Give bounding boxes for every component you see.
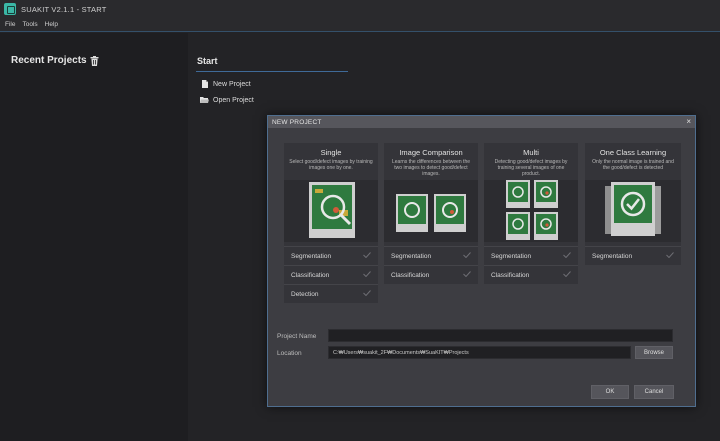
single-board-image [284, 180, 378, 242]
cancel-button[interactable]: Cancel [634, 385, 674, 399]
option-label: Segmentation [291, 252, 332, 260]
card-title: One Class Learning [599, 148, 667, 157]
trash-icon[interactable] [90, 56, 99, 66]
recent-projects-panel: Recent Projects [0, 33, 188, 441]
app-logo-icon [4, 3, 16, 15]
new-project-label: New Project [213, 80, 251, 88]
browse-button[interactable]: Browse [635, 346, 673, 359]
start-title: Start [197, 56, 218, 66]
check-icon [463, 271, 471, 277]
new-project-link[interactable]: New Project [200, 80, 251, 88]
check-icon [363, 290, 371, 296]
one-class-boards-image [585, 180, 681, 242]
menu-bar: File Tools Help [0, 18, 720, 32]
menu-help[interactable]: Help [45, 21, 58, 28]
multi-boards-image [484, 180, 578, 242]
new-project-dialog: NEW PROJECT × Single Select good/defect … [267, 115, 696, 407]
open-project-link[interactable]: Open Project [200, 96, 254, 104]
location-label: Location [277, 350, 302, 357]
dialog-title: NEW PROJECT [272, 118, 322, 126]
comparison-boards-image [384, 180, 478, 242]
option-label: Segmentation [491, 252, 532, 260]
card-image-comparison[interactable]: Image Comparison Learns the differences … [384, 143, 478, 284]
card-description: Select good/defect images by training im… [289, 159, 373, 171]
location-field[interactable]: C:₩Users₩suakit_2F₩Documents₩SuaKIT₩Proj… [328, 346, 631, 359]
option-row[interactable]: Classification [384, 265, 478, 284]
dialog-header: NEW PROJECT × [268, 116, 695, 128]
close-icon[interactable]: × [686, 117, 691, 127]
option-row[interactable]: Detection [284, 284, 378, 303]
card-one-class-learning[interactable]: One Class Learning Only the normal image… [585, 143, 681, 265]
option-label: Detection [291, 290, 319, 298]
ok-button[interactable]: OK [591, 385, 629, 399]
card-description: Detecting good/defect images by training… [494, 159, 568, 177]
card-title: Single [320, 148, 342, 157]
check-icon [363, 271, 371, 277]
option-label: Segmentation [391, 252, 432, 260]
option-label: Classification [491, 271, 530, 279]
card-description: Learns the differences between the two i… [391, 159, 471, 177]
title-bar: SUAKIT V2.1.1 - START [0, 0, 720, 18]
check-icon [463, 252, 471, 258]
option-row[interactable]: Segmentation [384, 246, 478, 265]
card-multi[interactable]: Multi Detecting good/defect images by tr… [484, 143, 578, 284]
check-icon [666, 252, 674, 258]
project-name-field[interactable] [328, 329, 673, 342]
window-title: SUAKIT V2.1.1 - START [21, 4, 107, 14]
menu-file[interactable]: File [5, 21, 15, 28]
card-description: Only the normal image is trained and the… [592, 159, 674, 171]
option-label: Segmentation [592, 252, 633, 260]
option-row[interactable]: Classification [284, 265, 378, 284]
open-project-label: Open Project [213, 96, 254, 104]
new-file-icon [202, 80, 208, 88]
check-icon [563, 271, 571, 277]
start-divider [196, 71, 348, 72]
card-title: Image Comparison [399, 148, 463, 157]
menu-tools[interactable]: Tools [22, 21, 37, 28]
check-icon [363, 252, 371, 258]
option-row[interactable]: Segmentation [585, 246, 681, 265]
card-title: Multi [523, 148, 539, 157]
option-row[interactable]: Classification [484, 265, 578, 284]
option-label: Classification [391, 271, 430, 279]
option-row[interactable]: Segmentation [484, 246, 578, 265]
folder-open-icon [200, 97, 209, 103]
card-single[interactable]: Single Select good/defect images by trai… [284, 143, 378, 303]
option-row[interactable]: Segmentation [284, 246, 378, 265]
recent-projects-title: Recent Projects [11, 55, 87, 66]
option-label: Classification [291, 271, 330, 279]
check-icon [563, 252, 571, 258]
project-name-label: Project Name [277, 333, 317, 340]
